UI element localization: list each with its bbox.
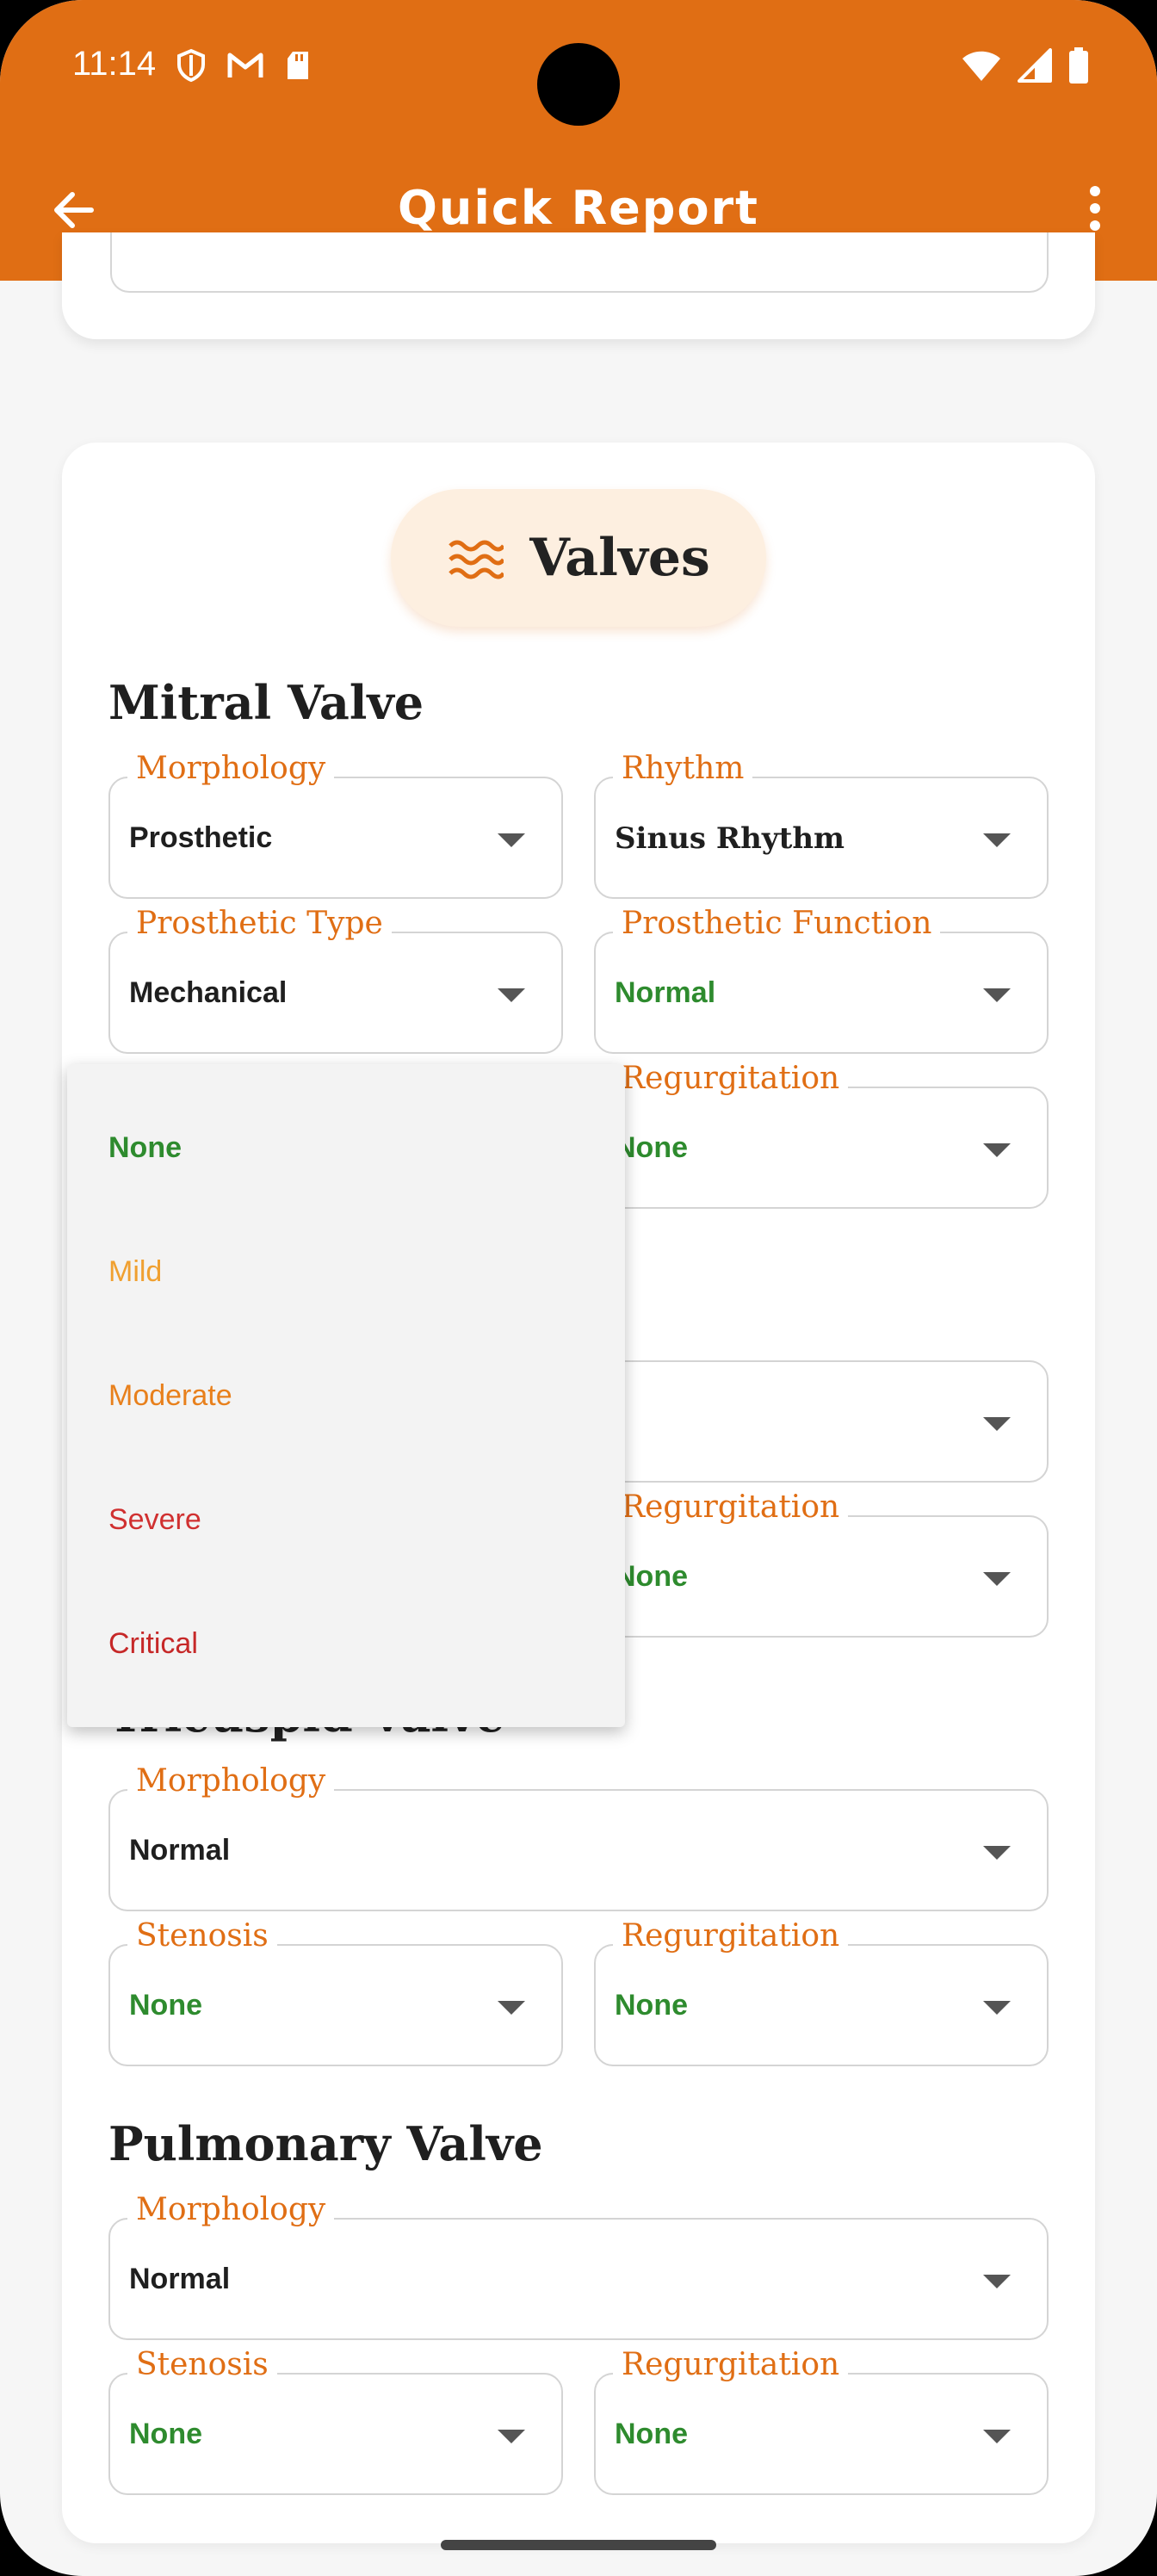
field-label: Regurgitation (613, 1918, 849, 1954)
sd-card-icon (288, 52, 308, 79)
dropdown-arrow-icon (498, 2430, 525, 2443)
field-value: Sinus Rhythm (615, 821, 845, 856)
tricuspid-regurgitation-select[interactable]: Regurgitation None (594, 1918, 1049, 2066)
more-options-icon[interactable] (1081, 183, 1109, 234)
field-value: None (615, 1131, 688, 1164)
dropdown-arrow-icon (983, 1846, 1011, 1860)
pulmonary-valve-title: Pulmonary Valve (108, 2116, 543, 2171)
field-label: Prosthetic Function (613, 906, 941, 941)
dropdown-arrow-icon (983, 2275, 1011, 2288)
field-value: Prosthetic (129, 821, 273, 854)
wifi-icon (962, 51, 1000, 81)
page-title: Quick Report (398, 181, 759, 235)
field-label: Rhythm (613, 751, 753, 786)
shield-icon (177, 48, 205, 83)
field-value: None (129, 1989, 202, 2022)
status-icons-right (961, 46, 1090, 84)
dropdown-arrow-icon (498, 2001, 525, 2015)
field-label: Regurgitation (613, 1489, 849, 1525)
home-indicator[interactable] (441, 2540, 716, 2550)
pulmonary-stenosis-select[interactable]: Stenosis None (108, 2347, 563, 2495)
status-icons-left (176, 48, 312, 83)
menu-item-none[interactable]: None (108, 1131, 182, 1165)
screen: 11:14 Quick Report Valves Mitral Valve M… (0, 0, 1157, 2576)
tricuspid-morphology-select[interactable]: Morphology Normal (108, 1763, 1049, 1911)
aortic-morphology-select[interactable] (594, 1360, 1049, 1483)
section-chip-label: Valves (529, 528, 710, 588)
waves-icon (449, 540, 504, 579)
mitral-regurgitation-select[interactable]: Regurgitation None (594, 1061, 1049, 1209)
field-value: None (129, 2418, 202, 2450)
severity-dropdown-menu: None Mild Moderate Severe Critical (67, 1064, 625, 1727)
tricuspid-stenosis-select[interactable]: Stenosis None (108, 1918, 563, 2066)
field-value: None (615, 1560, 688, 1593)
menu-item-severe[interactable]: Severe (108, 1503, 201, 1537)
field-value: None (615, 1989, 688, 2022)
previous-field-edge (110, 232, 1049, 293)
dropdown-arrow-icon (983, 1143, 1011, 1157)
menu-item-critical[interactable]: Critical (108, 1627, 198, 1661)
battery-icon (1069, 47, 1088, 84)
menu-item-moderate[interactable]: Moderate (108, 1379, 232, 1413)
field-value: Normal (129, 2263, 231, 2295)
mitral-valve-title: Mitral Valve (108, 675, 424, 730)
section-chip: Valves (391, 489, 766, 627)
dropdown-arrow-icon (983, 1572, 1011, 1586)
mitral-prosthetic-type-select[interactable]: Prosthetic Type Mechanical (108, 906, 563, 1054)
previous-section-card (62, 232, 1095, 339)
dropdown-arrow-icon (983, 2001, 1011, 2015)
field-label: Morphology (127, 751, 335, 786)
pulmonary-morphology-select[interactable]: Morphology Normal (108, 2192, 1049, 2340)
gmail-icon (227, 53, 263, 77)
field-label: Regurgitation (613, 1061, 849, 1096)
dropdown-arrow-icon (983, 988, 1011, 1002)
field-value: Normal (129, 1834, 231, 1867)
pulmonary-regurgitation-select[interactable]: Regurgitation None (594, 2347, 1049, 2495)
cellular-signal-icon (1018, 48, 1052, 83)
field-label: Morphology (127, 1763, 335, 1799)
dropdown-arrow-icon (498, 833, 525, 847)
field-value: Mechanical (129, 976, 288, 1009)
mitral-morphology-select[interactable]: Morphology Prosthetic (108, 751, 563, 899)
field-label: Morphology (127, 2192, 335, 2227)
field-label: Stenosis (127, 1918, 277, 1954)
dropdown-arrow-icon (983, 1417, 1011, 1431)
field-label: Regurgitation (613, 2347, 849, 2382)
dropdown-arrow-icon (983, 833, 1011, 847)
field-value: Normal (615, 976, 716, 1009)
field-label: Stenosis (127, 2347, 277, 2382)
dropdown-arrow-icon (983, 2430, 1011, 2443)
mitral-rhythm-select[interactable]: Rhythm Sinus Rhythm (594, 751, 1049, 899)
dropdown-arrow-icon (498, 988, 525, 1002)
field-value: None (615, 2418, 688, 2450)
status-time: 11:14 (72, 45, 157, 83)
aortic-regurgitation-select[interactable]: Regurgitation None (594, 1489, 1049, 1638)
mitral-prosthetic-function-select[interactable]: Prosthetic Function Normal (594, 906, 1049, 1054)
camera-cutout (537, 43, 620, 126)
menu-item-mild[interactable]: Mild (108, 1255, 162, 1289)
field-label: Prosthetic Type (127, 906, 392, 941)
